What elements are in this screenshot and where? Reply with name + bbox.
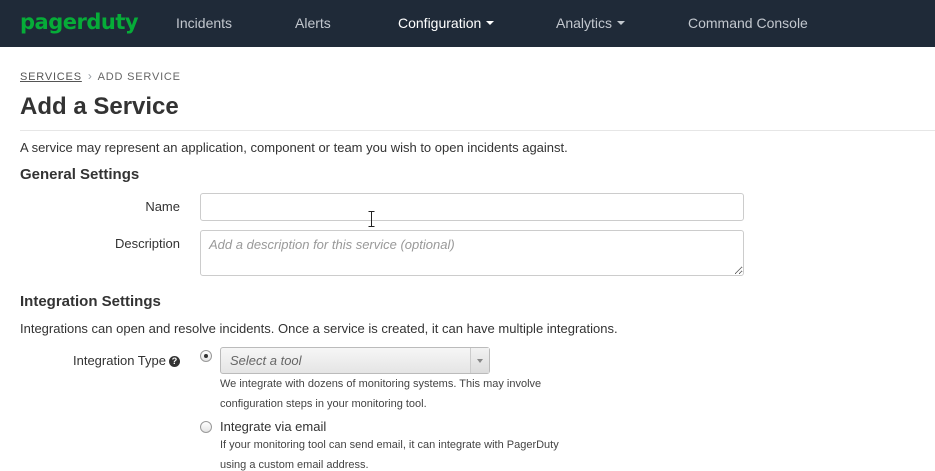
breadcrumb: SERVICES › ADD SERVICE	[20, 69, 181, 84]
integration-settings-heading: Integration Settings	[20, 293, 161, 310]
top-navigation-bar: pagerduty Incidents Alerts Configuration…	[0, 0, 935, 47]
email-help-text: If your monitoring tool can send email, …	[220, 439, 559, 471]
chevron-down-icon	[470, 348, 489, 373]
integration-type-tool-radio[interactable]	[200, 350, 212, 362]
description-label: Description	[114, 236, 180, 251]
nav-item-analytics[interactable]: Analytics	[556, 14, 626, 32]
service-description-input[interactable]	[200, 230, 744, 276]
service-name-input[interactable]	[200, 193, 744, 221]
general-settings-heading: General Settings	[20, 166, 140, 183]
nav-item-label: Configuration	[398, 15, 482, 31]
integration-type-label-text: Integration Type	[73, 353, 166, 368]
nav-item-label: Alerts	[295, 15, 331, 31]
page-intro-text: A service may represent an application, …	[20, 140, 568, 155]
nav-item-label: Incidents	[176, 15, 233, 31]
breadcrumb-link-services[interactable]: SERVICES	[20, 71, 82, 83]
tool-select-placeholder: Select a tool	[230, 353, 302, 368]
integration-intro-text: Integrations can open and resolve incide…	[20, 321, 618, 336]
text-cursor-icon	[368, 211, 375, 227]
chevron-down-icon	[486, 21, 495, 26]
nav-item-label: Command Console	[688, 15, 808, 31]
page-title: Add a Service	[20, 93, 179, 120]
breadcrumb-current: ADD SERVICE	[97, 71, 181, 83]
name-label: Name	[145, 199, 180, 214]
pagerduty-logo[interactable]: pagerduty	[20, 9, 139, 35]
question-circle-icon[interactable]: ?	[169, 356, 180, 367]
nav-item-incidents[interactable]: Incidents	[176, 14, 232, 32]
nav-item-alerts[interactable]: Alerts	[295, 14, 331, 32]
chevron-right-icon: ›	[87, 69, 93, 83]
nav-item-label: Analytics	[556, 15, 613, 31]
tool-select-dropdown[interactable]: Select a tool	[220, 347, 490, 374]
nav-item-configuration[interactable]: Configuration	[398, 14, 495, 32]
tool-help-text: We integrate with dozens of monitoring s…	[220, 378, 542, 410]
title-divider	[20, 130, 935, 131]
nav-item-command-console[interactable]: Command Console	[688, 14, 808, 32]
chevron-down-icon	[617, 21, 626, 26]
email-option-label[interactable]: Integrate via email	[220, 419, 326, 435]
integration-type-email-radio[interactable]	[200, 421, 212, 433]
integration-type-label: Integration Type?	[40, 353, 180, 369]
